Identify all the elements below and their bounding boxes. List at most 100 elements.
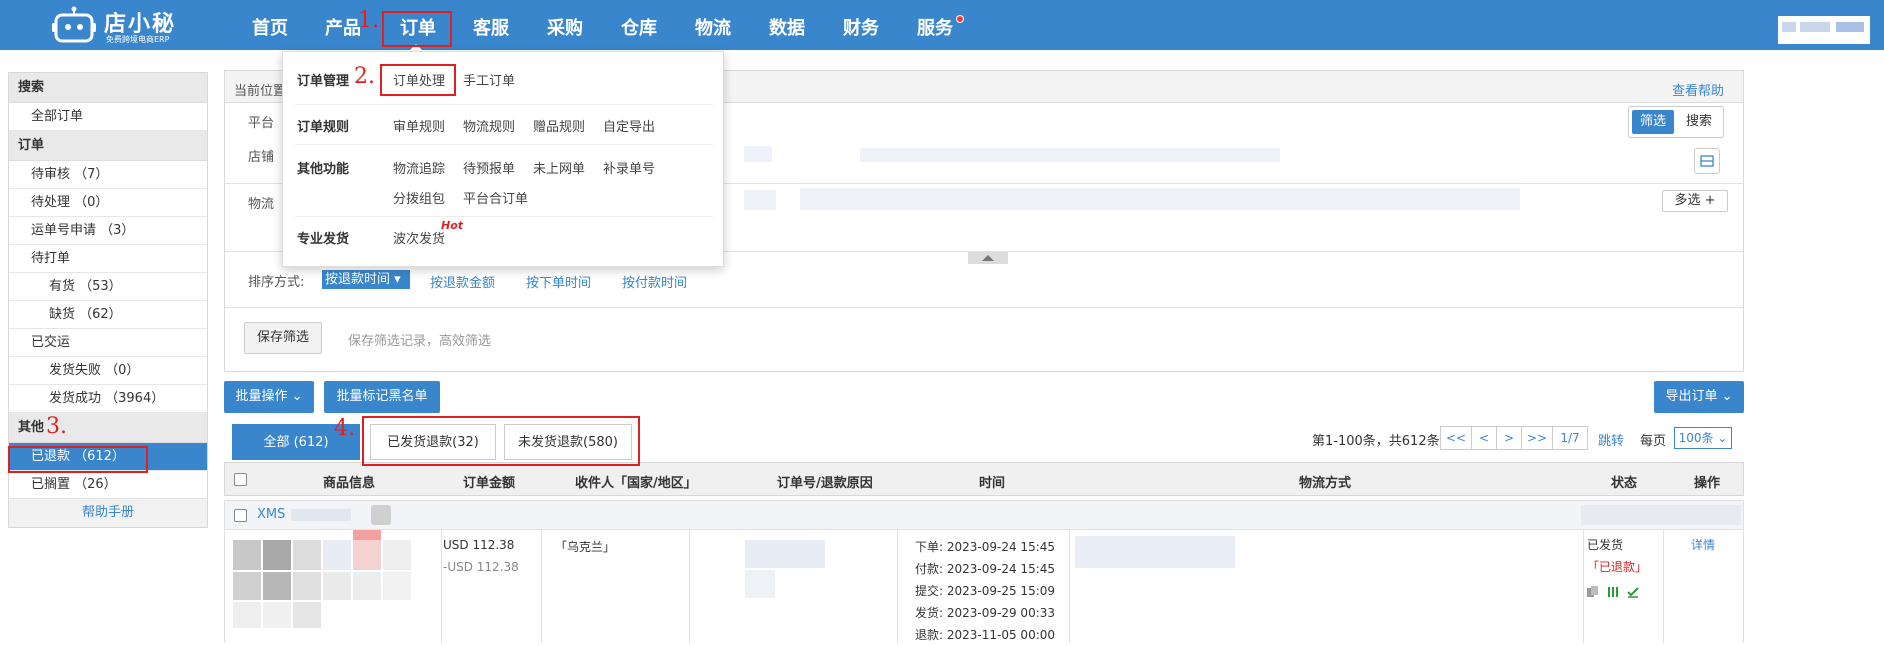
order-timeline: 下单: 2023-09-24 15:45 付款: 2023-09-24 15:4… — [915, 536, 1055, 646]
tab-unshipped-refund[interactable]: 未发货退款(580) — [504, 424, 632, 460]
time-ordered: 下单: 2023-09-24 15:45 — [915, 536, 1055, 558]
annotation-step-4: 4. — [334, 416, 355, 441]
panel-collapse-handle[interactable] — [968, 252, 1008, 264]
export-orders-button[interactable]: 导出订单 ⌄ — [1654, 381, 1744, 413]
menu-distribution-package[interactable]: 分拨组包 — [393, 188, 445, 207]
time-value: 2023-09-24 15:45 — [946, 540, 1056, 554]
blurred-order-number[interactable] — [745, 540, 825, 568]
active-nav-caret — [410, 44, 422, 50]
search-toggle[interactable]: 搜索 — [1677, 110, 1721, 134]
tab-shipped-refund[interactable]: 已发货退款(32) — [370, 424, 496, 460]
time-label: 下单: — [915, 540, 944, 554]
sidebar-item-shipped[interactable]: 已交运 — [9, 329, 207, 357]
nav-finance[interactable]: 财务 — [843, 0, 879, 50]
sidebar-item-pending-process[interactable]: 待处理 （0） — [9, 189, 207, 217]
menu-logistics-tracking[interactable]: 物流追踪 — [393, 158, 445, 177]
nav-customer-service[interactable]: 客服 — [473, 0, 509, 50]
menu-gift-rules[interactable]: 赠品规则 — [533, 116, 585, 135]
sort-by-payment-time[interactable]: 按付款时间 — [622, 272, 687, 291]
blurred-shop-options[interactable] — [860, 148, 1280, 162]
col-recipient: 收件人「国家/地区」 — [575, 476, 697, 491]
sidebar-help-link[interactable]: 帮助手册 — [9, 499, 207, 527]
sort-by-refund-time[interactable]: 按退款时间 ▾ — [322, 270, 410, 289]
menu-review-rules[interactable]: 审单规则 — [393, 116, 445, 135]
nav-purchasing[interactable]: 采购 — [547, 0, 583, 50]
page-indicator: 1/7 — [1552, 426, 1588, 450]
sidebar-item-shelved[interactable]: 已搁置 （26） — [9, 471, 207, 499]
sidebar-item-ship-failed[interactable]: 发货失败 （0） — [9, 357, 207, 385]
nav-home[interactable]: 首页 — [252, 0, 288, 50]
multi-select-button[interactable]: 多选 + — [1662, 190, 1728, 212]
product-thumbnails[interactable] — [233, 530, 439, 630]
sidebar-item-out-of-stock[interactable]: 缺货 （62） — [9, 301, 207, 329]
sort-label: 排序方式: — [248, 275, 305, 290]
first-page-button[interactable]: << — [1440, 426, 1472, 450]
nav-orders[interactable]: 订单 — [400, 0, 436, 50]
blurred-logistics-option[interactable] — [744, 190, 776, 210]
column-divider — [1583, 530, 1584, 643]
save-filter-hint: 保存筛选记录，高效筛选 — [348, 334, 492, 349]
order-checkbox[interactable] — [234, 509, 247, 522]
column-divider — [897, 530, 898, 643]
nav-logistics[interactable]: 物流 — [695, 0, 731, 50]
menu-pending-forecast[interactable]: 待预报单 — [463, 158, 515, 177]
select-all-checkbox[interactable] — [234, 473, 247, 486]
menu-custom-export[interactable]: 自定导出 — [603, 116, 655, 135]
batch-operations-button[interactable]: 批量操作 ⌄ — [224, 381, 314, 413]
shop-name-link[interactable]: XMS — [257, 507, 285, 522]
filter-toggle[interactable]: 筛选 — [1632, 110, 1674, 134]
save-filter-button[interactable]: 保存筛选 — [244, 322, 322, 354]
last-page-button[interactable]: >> — [1521, 426, 1553, 450]
column-divider — [441, 530, 442, 643]
menu-wave-shipping[interactable]: 波次发货 — [393, 228, 445, 247]
view-help-link[interactable]: 查看帮助 — [1672, 80, 1724, 99]
sidebar-item-waybill-apply[interactable]: 运单号申请 （3） — [9, 217, 207, 245]
nav-products[interactable]: 产品 — [325, 0, 361, 50]
copy-icon[interactable] — [1587, 586, 1599, 598]
menu-supplement-number[interactable]: 补录单号 — [603, 158, 655, 177]
prev-page-button[interactable]: < — [1471, 426, 1497, 450]
time-label: 发货: — [915, 606, 944, 620]
sidebar-item-refunded[interactable]: 已退款 （612） — [9, 443, 207, 471]
order-details-link[interactable]: 详情 — [1691, 536, 1715, 553]
batch-blacklist-button[interactable]: 批量标记黑名单 — [324, 381, 440, 413]
breadcrumb: 当前位置 — [234, 84, 287, 99]
left-sidebar: 搜索 全部订单 订单 待审核 （7） 待处理 （0） 运单号申请 （3） 待打单… — [8, 72, 208, 528]
dropdown-divider — [295, 144, 713, 145]
nav-warehouse[interactable]: 仓库 — [621, 0, 657, 50]
shop-label: 店铺 — [248, 150, 275, 165]
collapse-toggle-button[interactable] — [1694, 148, 1720, 174]
sort-active-label: 按退款时间 — [325, 272, 391, 287]
sidebar-item-ship-success[interactable]: 发货成功 （3964） — [9, 385, 207, 413]
sort-by-refund-amount[interactable]: 按退款金额 — [430, 272, 495, 291]
annotation-step-3: 3. — [46, 414, 67, 439]
sidebar-item-in-stock[interactable]: 有货 （53） — [9, 273, 207, 301]
blurred-logistics-options[interactable] — [800, 188, 1520, 210]
menu-platform-merge-order[interactable]: 平台合订单 — [463, 188, 528, 207]
shop-tag-icon[interactable] — [371, 505, 391, 525]
barcode-icon[interactable] — [1607, 586, 1619, 598]
sort-by-order-time[interactable]: 按下单时间 — [526, 272, 591, 291]
jump-page-link[interactable]: 跳转 — [1598, 430, 1624, 449]
nav-services[interactable]: 服务 — [917, 0, 953, 50]
next-page-button[interactable]: > — [1496, 426, 1522, 450]
menu-not-online[interactable]: 未上网单 — [533, 158, 585, 177]
blurred-shop-option[interactable] — [744, 146, 772, 162]
sidebar-item-all-orders[interactable]: 全部订单 — [9, 103, 207, 131]
per-page-select[interactable]: 100条 ⌄ — [1674, 427, 1732, 449]
chevron-up-icon — [982, 255, 994, 261]
check-icon[interactable] — [1627, 586, 1639, 598]
nav-data[interactable]: 数据 — [769, 0, 805, 50]
menu-manual-order[interactable]: 手工订单 — [463, 70, 515, 89]
per-page-label: 每页 — [1640, 434, 1667, 449]
refund-amount: -USD 112.38 — [443, 560, 519, 574]
sidebar-item-pending-review[interactable]: 待审核 （7） — [9, 161, 207, 189]
column-divider — [541, 530, 542, 643]
user-account-area[interactable] — [1778, 16, 1870, 44]
sidebar-item-to-print[interactable]: 待打单 — [9, 245, 207, 273]
top-nav-bar: 店小秘 免费跨境电商ERP 首页 产品 订单 客服 采购 仓库 物流 数据 财务… — [0, 0, 1884, 50]
menu-logistics-rules[interactable]: 物流规则 — [463, 116, 515, 135]
time-value: 2023-09-24 15:45 — [946, 562, 1056, 576]
menu-order-processing[interactable]: 订单处理 — [393, 70, 445, 89]
app-logo[interactable]: 店小秘 免费跨境电商ERP — [52, 4, 222, 46]
